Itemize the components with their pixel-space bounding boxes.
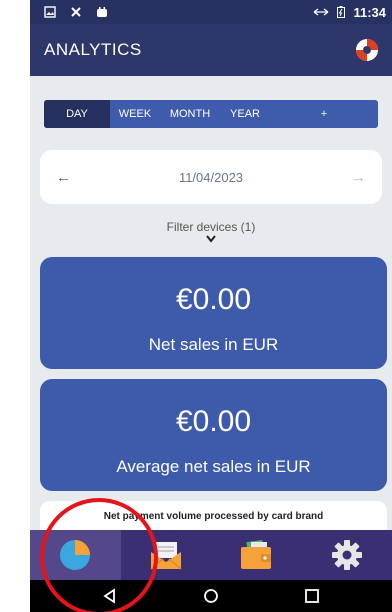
- status-bar: 11:34: [30, 0, 392, 24]
- average-net-sales-card: €0.00 Average net sales in EUR: [40, 379, 387, 491]
- nav-wallet[interactable]: [211, 530, 302, 580]
- android-icon: [97, 7, 107, 17]
- app-bar: ANALYTICS: [30, 24, 392, 76]
- gear-icon: [331, 540, 362, 570]
- average-net-sales-value: €0.00: [175, 405, 252, 438]
- data-transfer-icon: [314, 8, 329, 16]
- date-selector: ← 11/04/2023 →: [40, 150, 382, 204]
- nav-settings[interactable]: [302, 530, 392, 580]
- net-sales-value: €0.00: [175, 283, 252, 316]
- filter-devices-button[interactable]: Filter devices (1): [30, 220, 392, 243]
- tab-day[interactable]: DAY: [44, 100, 110, 128]
- highlight-circle: [40, 498, 158, 612]
- page-title: ANALYTICS: [44, 40, 142, 59]
- period-tabs: DAY WEEK MONTH YEAR +: [44, 100, 378, 128]
- tab-more[interactable]: +: [270, 100, 378, 128]
- filter-devices-label: Filter devices (1): [166, 220, 256, 234]
- average-net-sales-label: Average net sales in EUR: [116, 457, 311, 476]
- lifebuoy-icon[interactable]: [354, 37, 380, 63]
- wallet-icon: [241, 540, 272, 569]
- image-icon: [44, 6, 56, 18]
- prev-date-arrow-icon[interactable]: ←: [56, 169, 76, 186]
- tab-year[interactable]: YEAR: [220, 100, 270, 128]
- app-screen: 11:34 ANALYTICS DAY WEEK MONTH YEAR + ← …: [30, 0, 392, 612]
- home-icon[interactable]: [203, 588, 219, 604]
- chevron-down-icon: [206, 235, 216, 243]
- selected-date[interactable]: 11/04/2023: [76, 170, 346, 185]
- battery-icon: [337, 6, 346, 18]
- net-sales-label: Net sales in EUR: [148, 335, 279, 354]
- x-icon: [71, 7, 81, 17]
- tab-week[interactable]: WEEK: [110, 100, 160, 128]
- next-date-arrow-icon[interactable]: →: [346, 169, 366, 186]
- recents-icon[interactable]: [304, 588, 320, 604]
- status-time: 11:34: [353, 4, 386, 20]
- tab-month[interactable]: MONTH: [160, 100, 220, 128]
- net-sales-card: €0.00 Net sales in EUR: [40, 257, 387, 369]
